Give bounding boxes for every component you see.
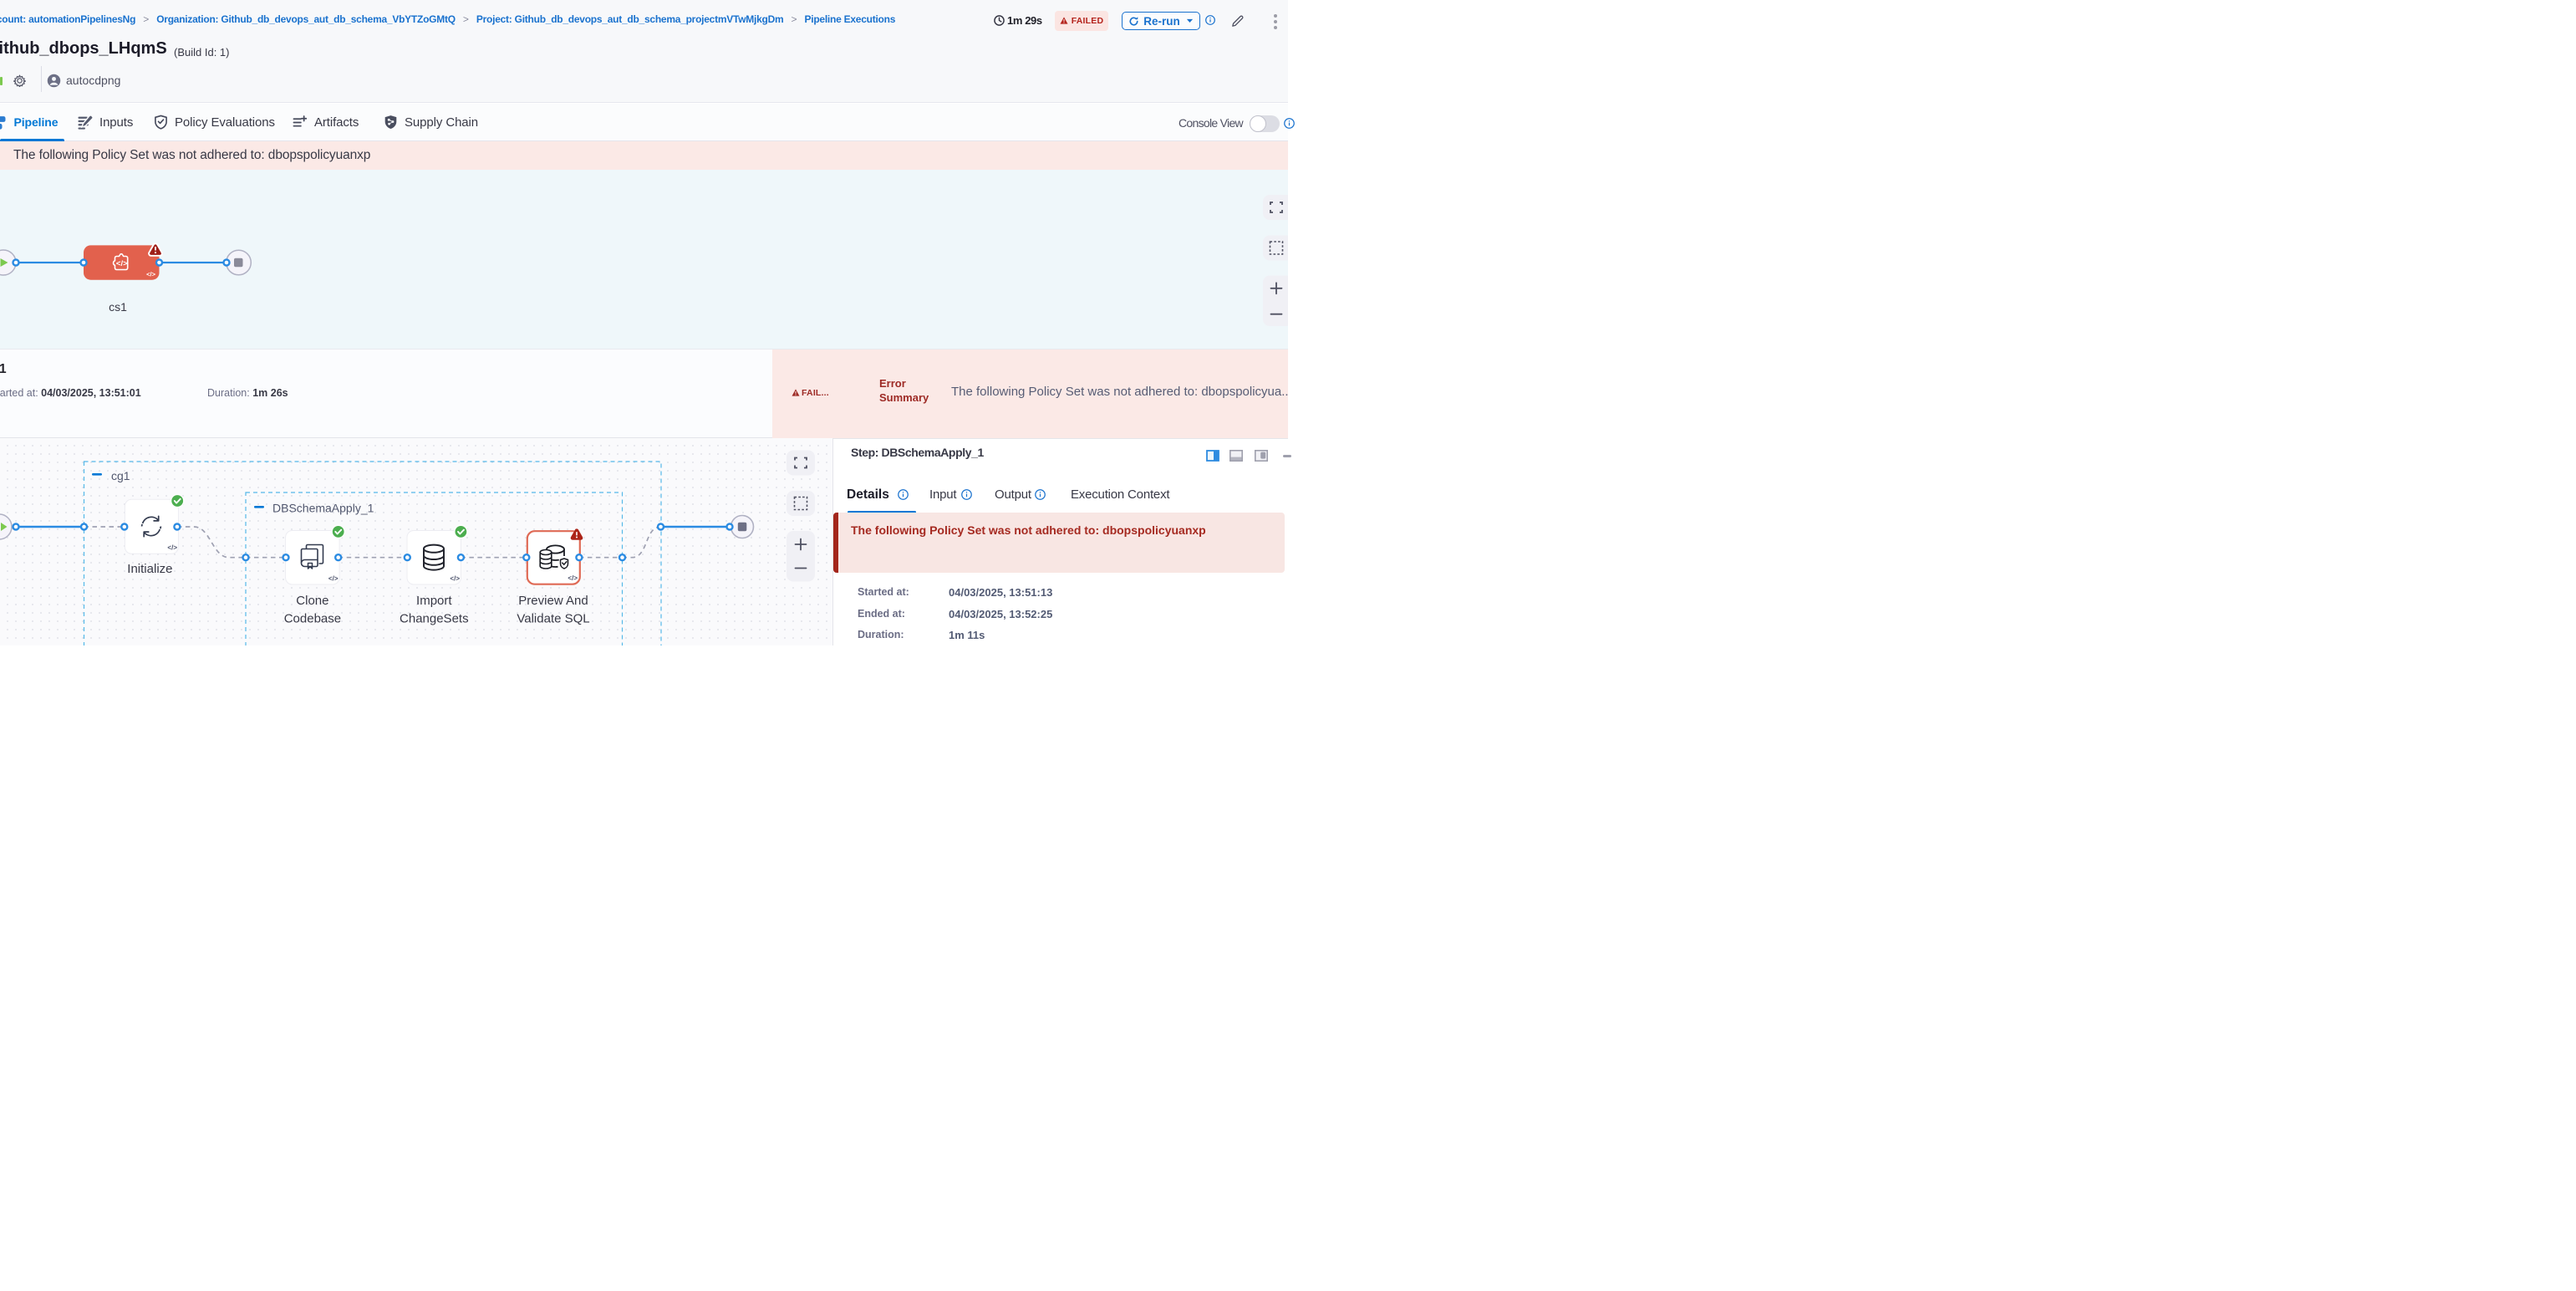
svg-text:</>: </> xyxy=(450,575,460,583)
svg-text:Clone: Clone xyxy=(296,594,328,608)
svg-text:</>: </> xyxy=(328,575,339,583)
svg-text:cs1: cs1 xyxy=(109,300,127,314)
svg-text:</>: </> xyxy=(568,574,578,582)
svg-text:Initialize: Initialize xyxy=(127,562,172,576)
svg-text:Codebase: Codebase xyxy=(284,612,341,626)
svg-text:Validate SQL: Validate SQL xyxy=(517,612,589,626)
svg-text:Import: Import xyxy=(416,594,452,608)
svg-text:ChangeSets: ChangeSets xyxy=(400,612,469,626)
svg-text:cg1: cg1 xyxy=(111,469,130,482)
svg-text:</>: </> xyxy=(167,544,177,552)
svg-text:Preview And: Preview And xyxy=(518,594,588,608)
svg-text:DBSchemaApply_1: DBSchemaApply_1 xyxy=(272,502,374,515)
svg-text:</>: </> xyxy=(146,271,155,278)
svg-text:</>: </> xyxy=(116,259,128,268)
